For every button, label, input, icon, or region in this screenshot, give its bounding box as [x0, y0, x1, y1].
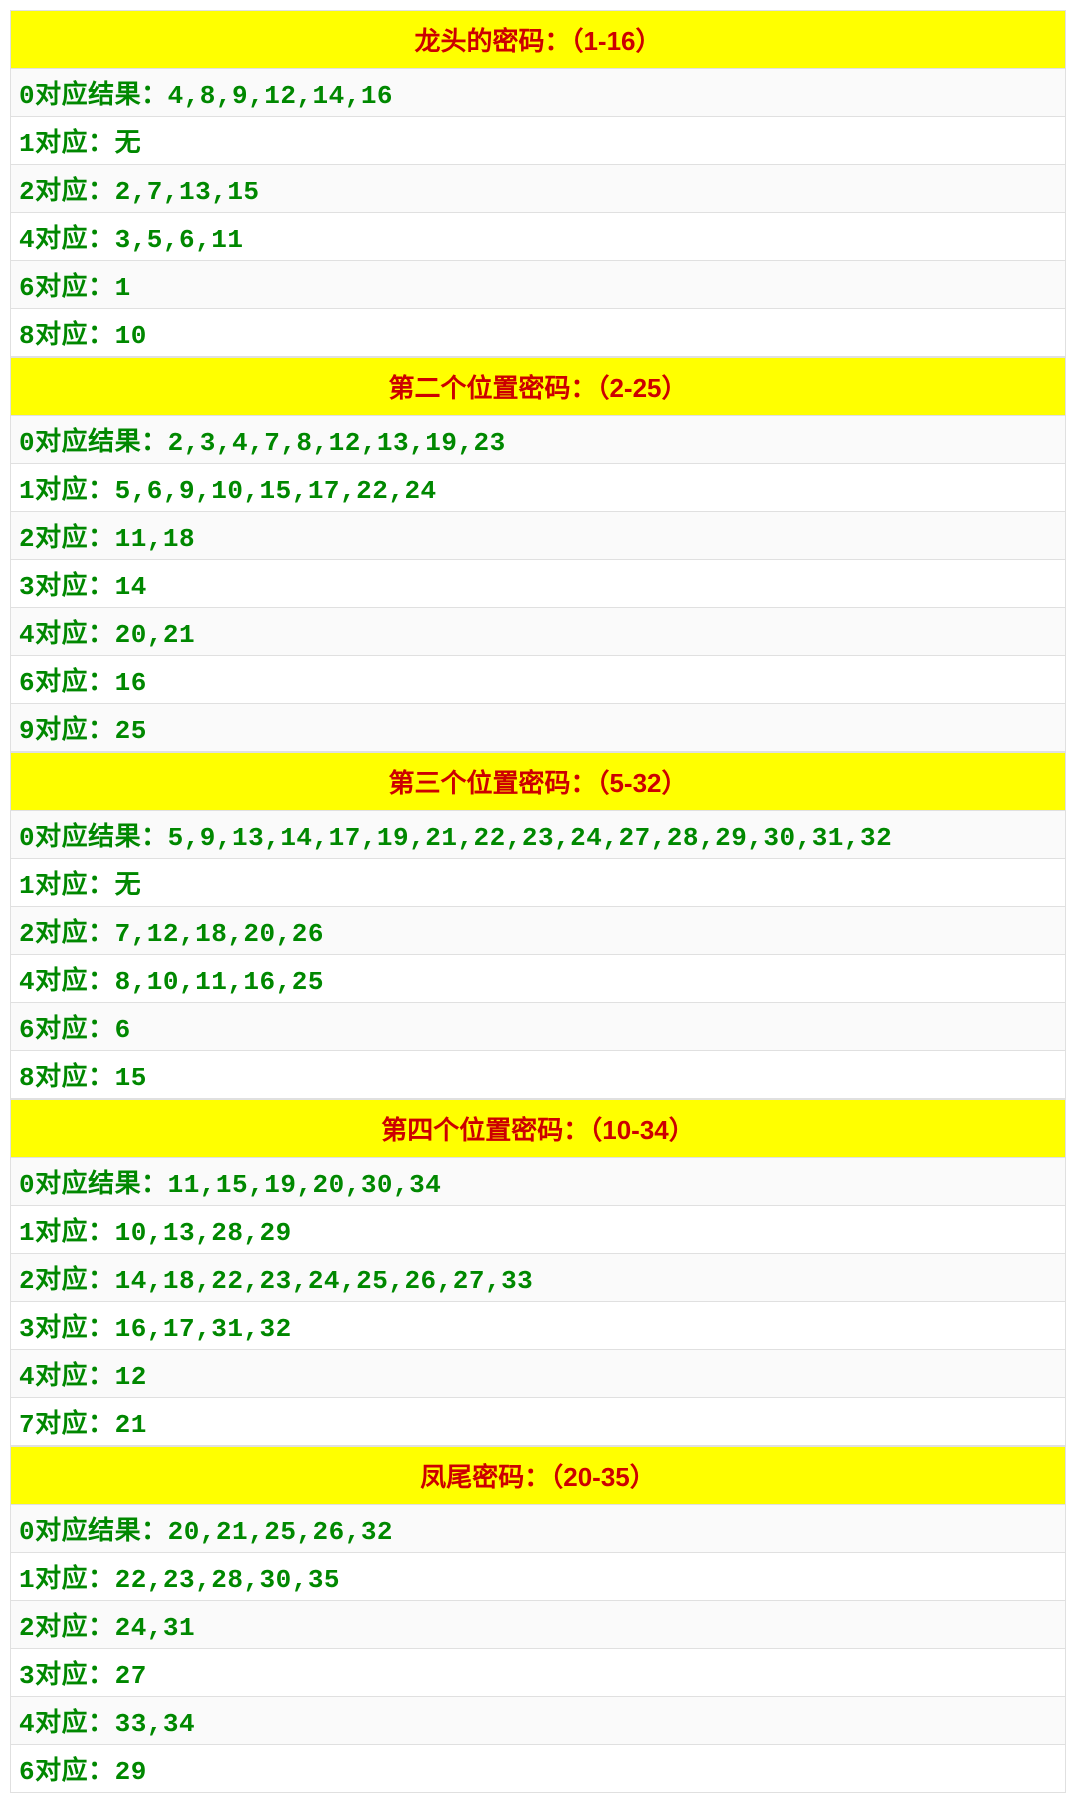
data-row: 0对应结果：2,3,4,7,8,12,13,19,23	[10, 416, 1066, 464]
data-row: 0对应结果：5,9,13,14,17,19,21,22,23,24,27,28,…	[10, 811, 1066, 859]
data-row: 1对应：5,6,9,10,15,17,22,24	[10, 464, 1066, 512]
data-row: 1对应：10,13,28,29	[10, 1206, 1066, 1254]
data-row: 9对应：25	[10, 704, 1066, 752]
data-row: 1对应：无	[10, 859, 1066, 907]
data-row: 3对应：14	[10, 560, 1066, 608]
data-row: 2对应：14,18,22,23,24,25,26,27,33	[10, 1254, 1066, 1302]
data-row: 1对应：无	[10, 117, 1066, 165]
section-header: 龙头的密码：（1-16）	[10, 10, 1066, 69]
data-row: 3对应：27	[10, 1649, 1066, 1697]
data-row: 1对应：22,23,28,30,35	[10, 1553, 1066, 1601]
data-row: 6对应：29	[10, 1745, 1066, 1793]
data-row: 6对应：1	[10, 261, 1066, 309]
data-row: 3对应：16,17,31,32	[10, 1302, 1066, 1350]
section-header: 第二个位置密码：（2-25）	[10, 357, 1066, 416]
data-row: 2对应：7,12,18,20,26	[10, 907, 1066, 955]
data-row: 8对应：10	[10, 309, 1066, 357]
data-row: 7对应：21	[10, 1398, 1066, 1446]
data-row: 6对应：6	[10, 1003, 1066, 1051]
data-row: 4对应：12	[10, 1350, 1066, 1398]
section-4: 凤尾密码：（20-35）0对应结果：20,21,25,26,321对应：22,2…	[10, 1446, 1066, 1793]
data-row: 0对应结果：20,21,25,26,32	[10, 1505, 1066, 1553]
section-header: 凤尾密码：（20-35）	[10, 1446, 1066, 1505]
data-row: 2对应：24,31	[10, 1601, 1066, 1649]
data-row: 4对应：8,10,11,16,25	[10, 955, 1066, 1003]
section-1: 第二个位置密码：（2-25）0对应结果：2,3,4,7,8,12,13,19,2…	[10, 357, 1066, 752]
section-header: 第三个位置密码：（5-32）	[10, 752, 1066, 811]
data-row: 4对应：20,21	[10, 608, 1066, 656]
section-2: 第三个位置密码：（5-32）0对应结果：5,9,13,14,17,19,21,2…	[10, 752, 1066, 1099]
section-header: 第四个位置密码：（10-34）	[10, 1099, 1066, 1158]
data-row: 0对应结果：4,8,9,12,14,16	[10, 69, 1066, 117]
data-row: 4对应：3,5,6,11	[10, 213, 1066, 261]
data-row: 2对应：2,7,13,15	[10, 165, 1066, 213]
section-3: 第四个位置密码：（10-34）0对应结果：11,15,19,20,30,341对…	[10, 1099, 1066, 1446]
section-0: 龙头的密码：（1-16）0对应结果：4,8,9,12,14,161对应：无2对应…	[10, 10, 1066, 357]
data-row: 0对应结果：11,15,19,20,30,34	[10, 1158, 1066, 1206]
data-row: 2对应：11,18	[10, 512, 1066, 560]
data-row: 8对应：15	[10, 1051, 1066, 1099]
data-row: 4对应：33,34	[10, 1697, 1066, 1745]
data-row: 6对应：16	[10, 656, 1066, 704]
